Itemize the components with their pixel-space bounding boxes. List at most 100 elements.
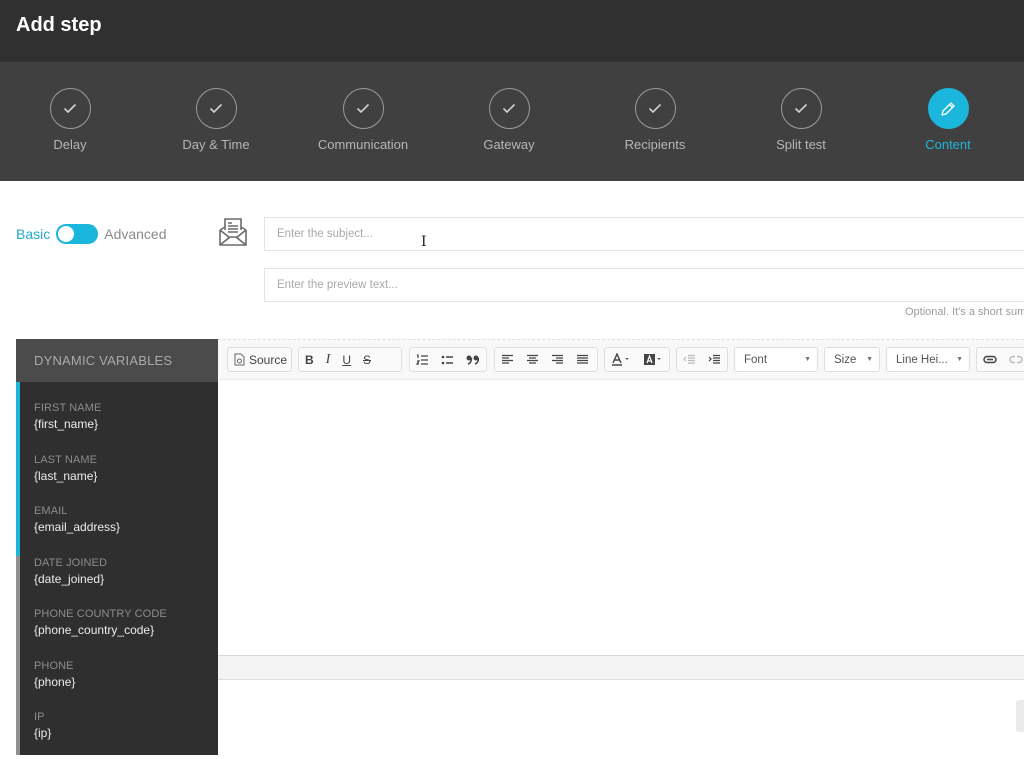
editor-mode-toggle: Basic Advanced [16, 224, 167, 244]
check-icon [780, 88, 822, 129]
step-label: Gateway [483, 137, 535, 152]
step-communication[interactable]: Communication [293, 88, 433, 152]
indent-button[interactable] [702, 348, 727, 371]
check-icon [195, 88, 237, 129]
justify-button[interactable] [570, 348, 595, 371]
size-dropdown[interactable]: Size ▼ [824, 347, 880, 372]
subject-input[interactable] [264, 217, 1024, 251]
header-bar: Add step [0, 0, 1024, 62]
rich-text-editor: Source B I U S Font ▼ Size ▼ Line Hei...… [218, 339, 1024, 759]
step-recipients[interactable]: Recipients [585, 88, 725, 152]
source-doc-icon [234, 353, 245, 366]
align-center-icon [527, 354, 538, 364]
bold-button[interactable]: B [299, 348, 320, 371]
editor-content-area[interactable] [218, 380, 1024, 655]
editor-toolbar: Source B I U S Font ▼ Size ▼ Line Hei...… [218, 339, 1024, 380]
variable-label: DATE JOINED [34, 557, 108, 569]
toolbar-group-source: Source [227, 347, 292, 372]
variable-label: IP [34, 711, 45, 723]
panel-scroll-accent [16, 382, 20, 556]
variable-label: LAST NAME [34, 454, 98, 466]
chevron-down-icon: ▼ [956, 356, 963, 363]
source-button[interactable]: Source [228, 348, 293, 371]
footer-button[interactable] [1016, 700, 1024, 732]
outdent-button[interactable] [677, 348, 702, 371]
variable-token: {email_address} [34, 520, 121, 534]
variable-phone[interactable]: PHONE {phone} [34, 660, 75, 689]
variable-first-name[interactable]: FIRST NAME {first_name} [34, 402, 101, 431]
toolbar-group-links [976, 347, 1024, 372]
variable-label: FIRST NAME [34, 402, 102, 414]
variable-token: {first_name} [34, 417, 99, 431]
preview-hint: Optional. It's a short sum [905, 306, 1024, 318]
step-delay[interactable]: Delay [0, 88, 140, 152]
italic-icon: I [325, 351, 331, 367]
bold-icon: B [305, 352, 314, 367]
outdent-icon [683, 354, 695, 364]
align-right-button[interactable] [545, 348, 570, 371]
line-height-dropdown-label: Line Hei... [896, 353, 948, 366]
ordered-list-icon [416, 353, 428, 365]
toolbar-group-indent [676, 347, 728, 372]
justify-icon [577, 354, 588, 364]
font-dropdown[interactable]: Font ▼ [734, 347, 818, 372]
variable-last-name[interactable]: LAST NAME {last_name} [34, 454, 97, 483]
variable-token: {phone_country_code} [34, 623, 155, 637]
step-gateway[interactable]: Gateway [439, 88, 579, 152]
variable-token: {date_joined} [34, 572, 105, 586]
mode-advanced-label[interactable]: Advanced [104, 226, 166, 242]
bullet-list-icon [441, 355, 453, 364]
ordered-list-button[interactable] [410, 348, 435, 371]
bullet-list-button[interactable] [435, 348, 460, 371]
toolbar-group-colors [604, 347, 670, 372]
check-icon [49, 88, 91, 129]
underline-button[interactable]: U [336, 348, 357, 371]
panel-scrollbar-track[interactable] [16, 556, 20, 755]
preview-text-input[interactable] [264, 268, 1024, 302]
variable-email[interactable]: EMAIL {email_address} [34, 505, 120, 534]
mode-basic-label[interactable]: Basic [16, 226, 50, 242]
variable-date-joined[interactable]: DATE JOINED {date_joined} [34, 557, 107, 586]
background-color-icon [644, 354, 661, 365]
variable-phone-country-code[interactable]: PHONE COUNTRY CODE {phone_country_code} [34, 608, 167, 637]
variable-token: {phone} [34, 675, 76, 689]
step-label: Communication [317, 137, 409, 152]
variable-label: EMAIL [34, 505, 68, 517]
check-icon [342, 88, 384, 129]
step-split-test[interactable]: Split test [731, 88, 871, 152]
chevron-down-icon: ▼ [866, 356, 873, 363]
strikethrough-button[interactable]: S [357, 348, 377, 371]
font-dropdown-label: Font [744, 353, 768, 366]
step-label: Day & Time [182, 137, 250, 152]
variable-ip[interactable]: IP {ip} [34, 711, 51, 740]
step-content[interactable]: Content [878, 88, 1018, 152]
mode-switch[interactable] [56, 224, 99, 244]
page-title: Add step [16, 14, 102, 36]
editor-footer [218, 680, 1024, 759]
link-button[interactable] [977, 348, 1003, 371]
toolbar-group-align [494, 347, 598, 372]
step-label: Delay [53, 137, 87, 152]
align-right-icon [552, 354, 563, 364]
line-height-dropdown[interactable]: Line Hei... ▼ [886, 347, 970, 372]
blockquote-button[interactable] [460, 348, 485, 371]
step-day-time[interactable]: Day & Time [146, 88, 286, 152]
align-center-button[interactable] [520, 348, 545, 371]
step-label: Recipients [624, 137, 686, 152]
align-left-icon [502, 354, 513, 364]
switch-knob [58, 226, 75, 242]
unlink-icon [1009, 355, 1023, 364]
toolbar-group-lists [409, 347, 487, 372]
variable-token: {last_name} [34, 469, 98, 483]
envelope-letter-icon [219, 218, 247, 246]
background-color-button[interactable] [637, 348, 669, 371]
source-label: Source [249, 352, 288, 367]
align-left-button[interactable] [495, 348, 520, 371]
unlink-button[interactable] [1003, 348, 1024, 371]
italic-button[interactable]: I [320, 348, 337, 371]
indent-icon [708, 354, 720, 364]
link-icon [983, 355, 997, 364]
dynamic-variables-title: DYNAMIC VARIABLES [16, 339, 218, 382]
size-dropdown-label: Size [834, 353, 857, 366]
text-color-button[interactable] [605, 348, 637, 371]
